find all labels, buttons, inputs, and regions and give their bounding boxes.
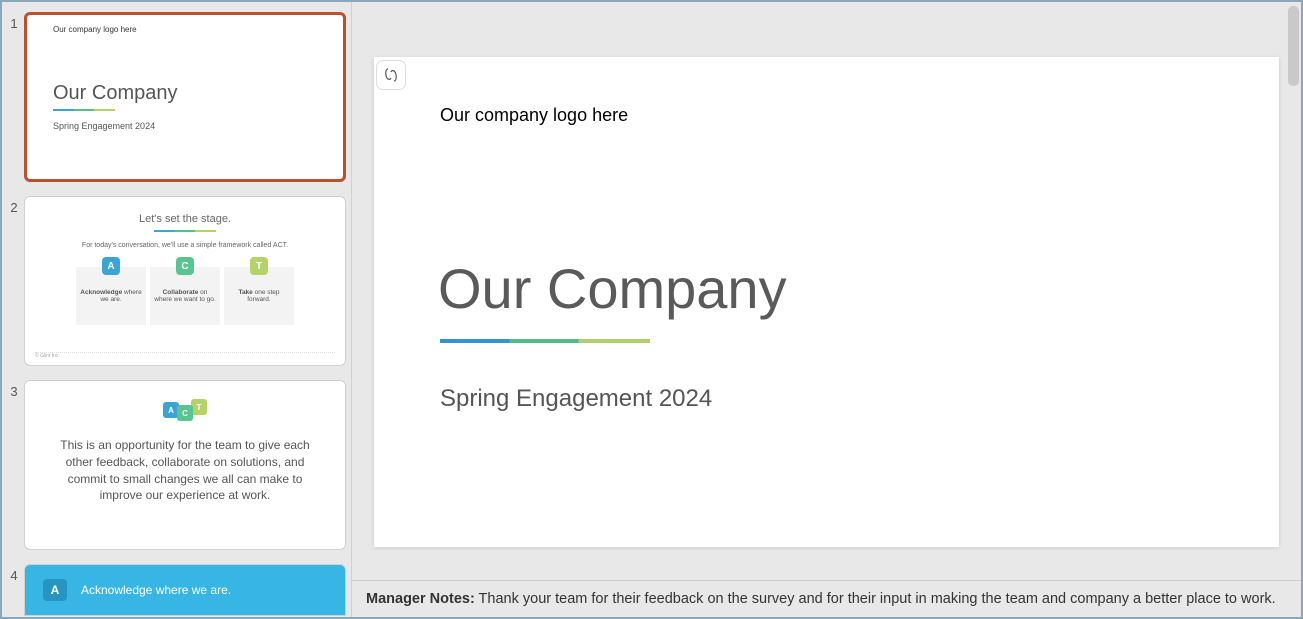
slide-thumbnail-1[interactable]: Our company logo here Our Company Spring…	[24, 12, 346, 182]
slide-title[interactable]: Our Company	[434, 256, 1219, 321]
chip-a-icon: A	[43, 579, 67, 601]
slide-thumbnail-panel[interactable]: 1 Our company logo here Our Company Spri…	[2, 2, 352, 617]
thumb-subtitle: For today's conversation, we'll use a si…	[37, 242, 333, 249]
slide-accent-line	[440, 339, 650, 343]
thumb-card-row: A Acknowledge where we are. C Collaborat…	[37, 267, 333, 325]
chip-c-icon: C	[177, 405, 193, 421]
thumbnail-row: 2 Let's set the stage. For today's conve…	[4, 196, 346, 366]
thumbnail-row: 3 A C T This is an opportunity for the t…	[4, 380, 346, 550]
thumb-card: C Collaborate on where we want to go.	[150, 267, 220, 325]
thumb-card: A Acknowledge where we are.	[76, 267, 146, 325]
copilot-button[interactable]	[376, 60, 406, 90]
thumb-logo-text: Our company logo here	[27, 15, 343, 34]
chip-c-icon: C	[176, 257, 194, 275]
slide-number: 1	[4, 12, 24, 31]
notes-label: Manager Notes:	[366, 591, 475, 607]
slide-thumbnail-4[interactable]: A Acknowledge where we are.	[24, 564, 346, 616]
thumbnail-row: 4 A Acknowledge where we are.	[4, 564, 346, 616]
thumb-subtitle: Spring Engagement 2024	[27, 111, 343, 131]
thumb-title: Our Company	[27, 34, 343, 105]
slide-canvas[interactable]: Our company logo here Our Company Spring…	[374, 57, 1279, 547]
slide-thumbnail-3[interactable]: A C T This is an opportunity for the tea…	[24, 380, 346, 550]
chip-t-icon: T	[191, 399, 207, 415]
thumb-card: T Take one step forward.	[224, 267, 294, 325]
main-editor-area: Our company logo here Our Company Spring…	[352, 2, 1301, 617]
slide-number: 3	[4, 380, 24, 399]
copilot-icon	[382, 66, 400, 84]
thumbnail-row: 1 Our company logo here Our Company Spri…	[4, 12, 346, 182]
slide-thumbnail-2[interactable]: Let's set the stage. For today's convers…	[24, 196, 346, 366]
chip-t-icon: T	[250, 257, 268, 275]
notes-text: Thank your team for their feedback on th…	[475, 591, 1276, 607]
thumb-accent-line	[154, 230, 216, 232]
thumb-body-text: This is an opportunity for the team to g…	[47, 437, 323, 504]
slide-number: 2	[4, 196, 24, 215]
speaker-notes-bar[interactable]: Manager Notes: Thank your team for their…	[352, 580, 1301, 617]
chip-a-icon: A	[102, 257, 120, 275]
thumb-title: Acknowledge where we are.	[81, 583, 231, 597]
thumb-title: Let's set the stage.	[37, 213, 333, 225]
thumb-chip-cluster: A C T	[47, 399, 323, 421]
slide-logo-placeholder[interactable]: Our company logo here	[434, 105, 1219, 126]
slide-subtitle[interactable]: Spring Engagement 2024	[434, 385, 1219, 413]
slide-number: 4	[4, 564, 24, 583]
